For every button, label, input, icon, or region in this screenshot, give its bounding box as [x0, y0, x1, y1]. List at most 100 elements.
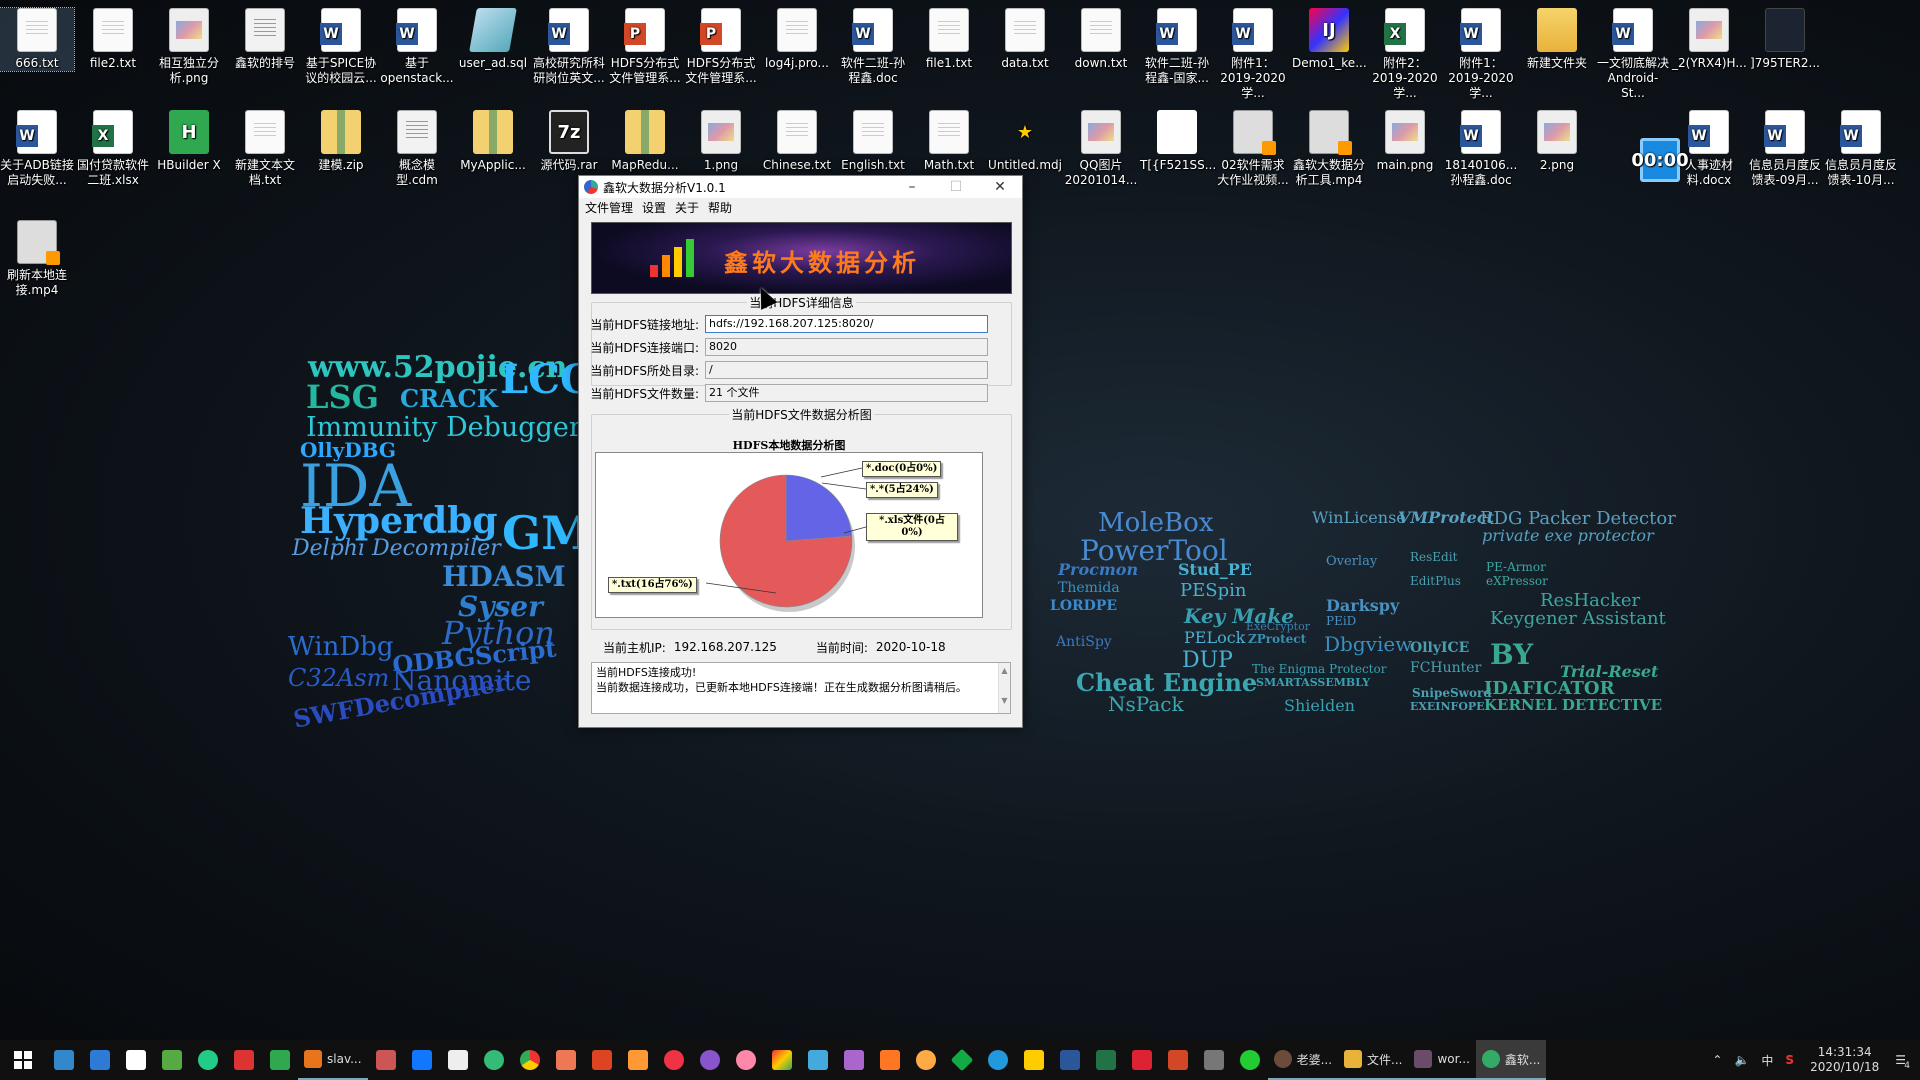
- desktop-icon[interactable]: 7z 源代码.rar: [532, 110, 606, 173]
- desktop-icon[interactable]: QQ图片20201014...: [1064, 110, 1138, 188]
- menu-help[interactable]: 帮助: [708, 199, 741, 216]
- purple-app-icon[interactable]: [692, 1040, 728, 1080]
- desktop-icon[interactable]: 鑫软大数据分析工具.mp4: [1292, 110, 1366, 188]
- photo-app-icon[interactable]: [620, 1040, 656, 1080]
- ime-indicator[interactable]: 中: [1755, 1052, 1779, 1069]
- desktop-icon[interactable]: 概念模型.cdm: [380, 110, 454, 188]
- taskbar-app[interactable]: 老婆...: [1267, 1040, 1339, 1080]
- star-app-icon[interactable]: [836, 1040, 872, 1080]
- desktop-icon[interactable]: W 一文彻底解决Android-St...: [1596, 8, 1670, 101]
- desktop-icon[interactable]: file2.txt: [76, 8, 150, 71]
- window-titlebar[interactable]: 鑫软大数据分析V1.0.1 – ☐ ✕: [579, 176, 1022, 198]
- desktop-icon[interactable]: 相互独立分析.png: [152, 8, 226, 86]
- xmind-icon[interactable]: [548, 1040, 584, 1080]
- desktop-icon[interactable]: W 基于SPICE协议的校园云...: [304, 8, 378, 86]
- desktop-icon[interactable]: 02软件需求大作业视频...: [1216, 110, 1290, 188]
- starmdj-icon[interactable]: [1016, 1040, 1052, 1080]
- desktop-icon[interactable]: P HDFS分布式文件管理系...: [608, 8, 682, 86]
- desktop-icon[interactable]: log4j.pro...: [760, 8, 834, 71]
- taskbar-app[interactable]: slav...: [298, 1040, 368, 1080]
- desktop-icon[interactable]: 新建文件夹: [1520, 8, 1594, 71]
- menu-file-manage[interactable]: 文件管理: [585, 199, 642, 216]
- flower-app-icon[interactable]: [728, 1040, 764, 1080]
- desktop-icon[interactable]: W 软件二班-孙程鑫.doc: [836, 8, 910, 86]
- start-button[interactable]: [0, 1040, 46, 1080]
- browser-icon[interactable]: [476, 1040, 512, 1080]
- desktop-icon[interactable]: 鑫软的排号: [228, 8, 302, 71]
- desktop-icon[interactable]: W 基于openstack...: [380, 8, 454, 86]
- desktop-icon[interactable]: IJ Demo1_ke...: [1292, 8, 1367, 71]
- tool-icon[interactable]: [368, 1040, 404, 1080]
- desktop-icon[interactable]: Chinese.txt: [760, 110, 834, 173]
- desktop-icon[interactable]: MapRedu...: [608, 110, 682, 173]
- camera-icon[interactable]: [1196, 1040, 1232, 1080]
- multicolor-app-icon[interactable]: [764, 1040, 800, 1080]
- blue-app-icon[interactable]: [980, 1040, 1016, 1080]
- minimize-icon[interactable]: –: [890, 179, 934, 195]
- desktop-icon[interactable]: X 附件2：2019-2020学...: [1368, 8, 1442, 101]
- log-scrollbar[interactable]: ▲ ▼: [998, 663, 1010, 713]
- ppt-taskbar-icon[interactable]: [1160, 1040, 1196, 1080]
- green-app-icon[interactable]: [944, 1040, 980, 1080]
- desktop-icon[interactable]: 刷新本地连接.mp4: [0, 220, 74, 298]
- desktop-icon[interactable]: ]795TER2...: [1748, 8, 1822, 71]
- volume-icon[interactable]: 🔈: [1728, 1053, 1755, 1067]
- hbuilder-taskbar-icon[interactable]: [262, 1040, 298, 1080]
- desktop-icon[interactable]: W 软件二班-孙程鑫-国家...: [1140, 8, 1214, 86]
- desktop-icon[interactable]: H HBuilder X: [152, 110, 226, 173]
- hdfs-port-input[interactable]: 8020: [705, 338, 988, 356]
- qq-icon[interactable]: [190, 1040, 226, 1080]
- desktop-icon[interactable]: main.png: [1368, 110, 1442, 173]
- desktop-icon[interactable]: W 附件1：2019-2020学...: [1444, 8, 1518, 101]
- chevron-up-icon[interactable]: ⌃: [1706, 1053, 1728, 1067]
- desktop-icon[interactable]: P HDFS分布式文件管理系...: [684, 8, 758, 86]
- hdfs-address-input[interactable]: hdfs://192.168.207.125:8020/: [705, 315, 988, 333]
- log-output[interactable]: 当前HDFS连接成功! 当前数据连接成功，已更新本地HDFS连接端！正在生成数据…: [591, 662, 1011, 714]
- desktop-icon[interactable]: W 信息员月度反馈表-09月...: [1748, 110, 1822, 188]
- desktop-icon[interactable]: ★ Untitled.mdj: [988, 110, 1062, 173]
- desktop-icon[interactable]: down.txt: [1064, 8, 1138, 71]
- orange-app-icon[interactable]: [872, 1040, 908, 1080]
- game-icon[interactable]: [154, 1040, 190, 1080]
- taskbar-app[interactable]: 鑫软...: [1475, 1040, 1547, 1080]
- mascot-icon[interactable]: [226, 1040, 262, 1080]
- desktop-icon[interactable]: 1.png: [684, 110, 758, 173]
- desktop-icon[interactable]: English.txt: [836, 110, 910, 173]
- taskbar-app[interactable]: 文件...: [1338, 1040, 1409, 1080]
- screen-recorder-widget[interactable]: 00:00: [1631, 138, 1689, 186]
- menu-settings[interactable]: 设置: [642, 199, 675, 216]
- spiral-app-icon[interactable]: [656, 1040, 692, 1080]
- desktop-icon[interactable]: X 国付贷款软件二班.xlsx: [76, 110, 150, 188]
- hdfs-directory-input[interactable]: /: [705, 361, 988, 379]
- desktop-icon[interactable]: T[{F521SS...: [1140, 110, 1216, 173]
- close-icon[interactable]: ✕: [978, 179, 1022, 195]
- network-app-icon[interactable]: [46, 1040, 82, 1080]
- face-app-icon[interactable]: [908, 1040, 944, 1080]
- desktop-icon[interactable]: W 信息员月度反馈表-10月...: [1824, 110, 1898, 188]
- red-app-icon[interactable]: [584, 1040, 620, 1080]
- maximize-icon[interactable]: ☐: [934, 179, 978, 195]
- sogou-icon[interactable]: S: [1779, 1053, 1800, 1067]
- desktop-icon[interactable]: W 附件1：2019-2020学...: [1216, 8, 1290, 101]
- text-app-icon[interactable]: [440, 1040, 476, 1080]
- desktop-icon[interactable]: user_ad.sql: [456, 8, 530, 71]
- notification-icon[interactable]: ☰ 4: [1889, 1053, 1920, 1071]
- word-taskbar-icon[interactable]: [1052, 1040, 1088, 1080]
- desktop-icon[interactable]: Math.txt: [912, 110, 986, 173]
- desktop-icon[interactable]: data.txt: [988, 8, 1062, 71]
- chrome-icon[interactable]: [512, 1040, 548, 1080]
- desktop-icon[interactable]: 2.png: [1520, 110, 1594, 173]
- excel-taskbar-icon[interactable]: [1088, 1040, 1124, 1080]
- wechat-icon[interactable]: [1232, 1040, 1268, 1080]
- acrobat-icon[interactable]: [1124, 1040, 1160, 1080]
- desktop-icon[interactable]: 新建文本文档.txt: [228, 110, 302, 188]
- android-studio-icon[interactable]: [82, 1040, 118, 1080]
- desktop-icon[interactable]: file1.txt: [912, 8, 986, 71]
- clock[interactable]: 14:31:34 2020/10/18: [1800, 1045, 1889, 1075]
- hdfs-file-count-input[interactable]: 21 个文件: [705, 384, 988, 402]
- desktop-icon[interactable]: W 关于ADB链接启动失败...: [0, 110, 74, 188]
- desktop-icon[interactable]: W 18140106...孙程鑫.doc: [1444, 110, 1518, 188]
- typora-icon[interactable]: [118, 1040, 154, 1080]
- taskbar-app[interactable]: wor...: [1408, 1040, 1476, 1080]
- desktop-icon[interactable]: MyApplic...: [456, 110, 530, 173]
